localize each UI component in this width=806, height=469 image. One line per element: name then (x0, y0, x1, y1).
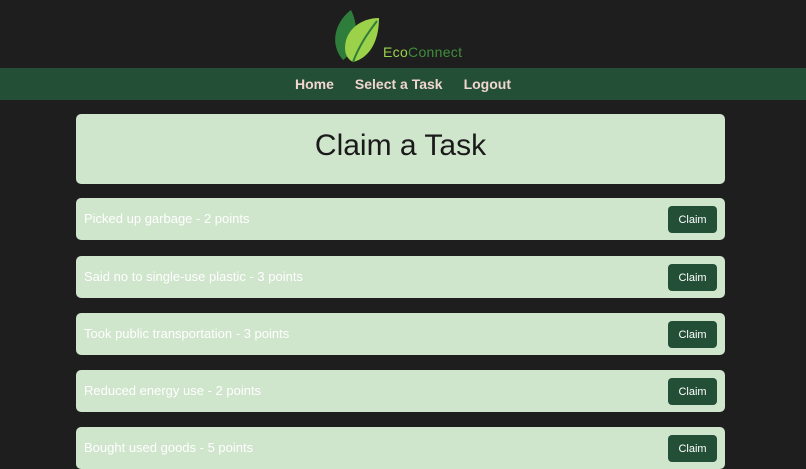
nav-logout-link[interactable]: Logout (464, 76, 511, 92)
title-card: Claim a Task (76, 114, 725, 184)
claim-button[interactable]: Claim (668, 321, 717, 348)
nav-select-task-link[interactable]: Select a Task (355, 76, 443, 92)
main-nav: Home Select a Task Logout (0, 68, 806, 100)
task-label: Said no to single-use plastic - 3 points (84, 269, 303, 284)
page-title: Claim a Task (314, 129, 487, 162)
task-label: Reduced energy use - 2 points (84, 383, 262, 398)
task-card: Said no to single-use plastic - 3 points… (76, 256, 725, 298)
task-label: Bought used goods - 5 points (84, 440, 254, 455)
leaf-icon (335, 10, 379, 63)
task-label: Took public transportation - 3 points (84, 326, 290, 341)
task-card: Reduced energy use - 2 points Claim (76, 370, 725, 412)
nav-home-link[interactable]: Home (295, 76, 334, 92)
claim-button[interactable]: Claim (668, 378, 717, 405)
header: EcoConnect (0, 0, 806, 68)
claim-button[interactable]: Claim (668, 206, 717, 233)
claim-button[interactable]: Claim (668, 435, 717, 462)
brand-name-eco: Eco (383, 44, 409, 60)
task-label: Picked up garbage - 2 points (84, 211, 250, 226)
task-card: Took public transportation - 3 points Cl… (76, 313, 725, 355)
brand-name-connect: Connect (408, 44, 463, 60)
ecoconnect-logo[interactable]: EcoConnect (331, 8, 481, 64)
task-card: Picked up garbage - 2 points Claim (76, 198, 725, 240)
claim-button[interactable]: Claim (668, 264, 717, 291)
task-card: Bought used goods - 5 points Claim (76, 427, 725, 469)
brand-name: EcoConnect (383, 44, 462, 60)
